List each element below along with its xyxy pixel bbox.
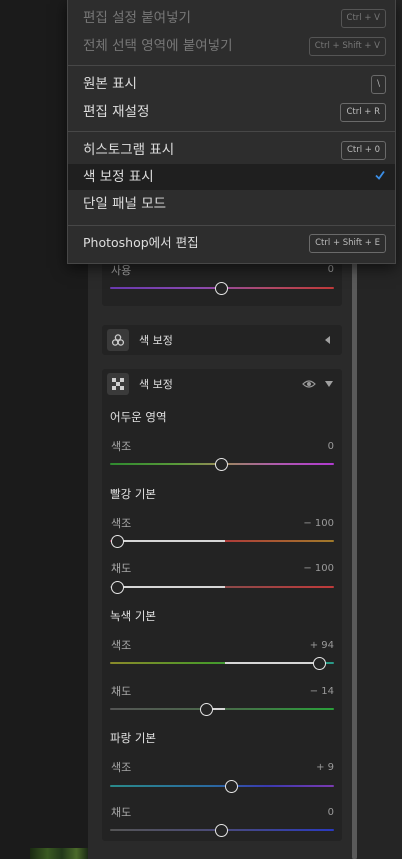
color-adjust-collapsed-section[interactable] [102,325,342,355]
red-hue-fill [118,540,225,542]
menu-item-paste-settings[interactable]: 편집 설정 붙여넣기 Ctrl + V [68,5,395,31]
shortcut-badge: \ [371,75,386,94]
green-hue-fill [225,662,320,664]
menu-item-label: 히스토그램 표시 [83,142,175,158]
blue-sat-label: 채도 [111,806,132,819]
upper-slider-knob[interactable] [215,281,228,295]
collapsed-section-title: 색 보정 [139,334,173,347]
red-sat-value: − 100 [303,563,334,574]
red-hue-knob[interactable] [111,534,124,548]
green-hue-value: + 94 [309,640,334,651]
menu-item-paste-all-selected[interactable]: 전체 선택 영역에 붙여넣기 Ctrl + Shift + V [68,33,395,59]
blue-hue-value: + 9 [316,762,334,773]
shadows-hue-label: 색조 [111,440,132,453]
menu-item-label: 편집 설정 붙여넣기 [83,10,191,26]
menu-item-show-histogram[interactable]: 히스토그램 표시 Ctrl + 0 [68,137,395,163]
blue-hue-knob[interactable] [225,779,239,793]
upper-slider-label: 사용 [111,264,132,277]
menu-separator [68,131,395,132]
green-sat-value: − 14 [309,686,334,697]
menu-item-label: 원본 표시 [83,76,137,92]
green-sat-label: 채도 [111,685,132,698]
menu-item-label: Photoshop에서 편집 [83,235,199,250]
menu-item-reset-edits[interactable]: 편집 재설정 Ctrl + R [68,99,395,125]
red-sat-label: 채도 [111,562,132,575]
blue-sat-value: 0 [327,807,334,818]
menu-item-show-color-grading[interactable]: 색 보정 표시 [68,164,395,190]
menu-separator [68,225,395,226]
color-adjust-title: 색 보정 [139,378,173,391]
photo-preview-fragment [30,848,88,859]
red-primary-heading: 빨강 기본 [110,487,156,501]
menu-separator [68,65,395,66]
scrollbar-thumb[interactable] [352,210,357,859]
color-circles-icon [107,329,129,351]
context-menu: 편집 설정 붙여넣기 Ctrl + V 전체 선택 영역에 붙여넣기 Ctrl … [67,0,396,264]
shortcut-badge: Ctrl + 0 [340,141,386,160]
menu-item-single-panel-mode[interactable]: 단일 패널 모드 [68,191,395,217]
menu-item-label: 전체 선택 영역에 붙여넣기 [83,38,233,54]
menu-item-label: 단일 패널 모드 [83,196,167,212]
green-sat-knob[interactable] [200,702,214,716]
shadows-hue-value: 0 [327,441,334,452]
green-hue-label: 색조 [111,639,132,652]
upper-slider-value: 0 [327,264,334,275]
shortcut-badge: Ctrl + Shift + V [308,37,386,56]
menu-item-show-original[interactable]: 원본 표시 \ [68,71,395,97]
triangle-left-icon[interactable] [325,336,331,344]
blue-hue-label: 색조 [111,761,132,774]
red-sat-fill [118,586,225,588]
menu-item-label: 색 보정 표시 [83,169,154,185]
blue-primary-heading: 파랑 기본 [110,731,156,745]
menu-item-edit-in-photoshop[interactable]: Photoshop에서 편집 Ctrl + Shift + E [68,230,395,256]
menu-item-label: 편집 재설정 [83,104,150,120]
blue-hue-track[interactable] [110,785,334,787]
blue-sat-knob[interactable] [215,823,228,837]
checkmark-icon [375,170,385,180]
eye-icon[interactable] [302,379,316,389]
color-grade-icon [107,373,129,395]
shortcut-badge: Ctrl + V [340,9,386,28]
shortcut-badge: Ctrl + R [340,103,386,122]
green-hue-knob[interactable] [312,656,326,670]
shadows-hue-knob[interactable] [215,457,228,471]
red-hue-value: − 100 [303,518,334,529]
shortcut-badge: Ctrl + Shift + E [309,234,386,253]
green-primary-heading: 녹색 기본 [110,609,156,623]
red-sat-knob[interactable] [111,580,124,594]
red-hue-label: 색조 [111,517,132,530]
shadows-heading: 어두운 영역 [110,410,167,424]
triangle-down-icon[interactable] [325,381,333,387]
